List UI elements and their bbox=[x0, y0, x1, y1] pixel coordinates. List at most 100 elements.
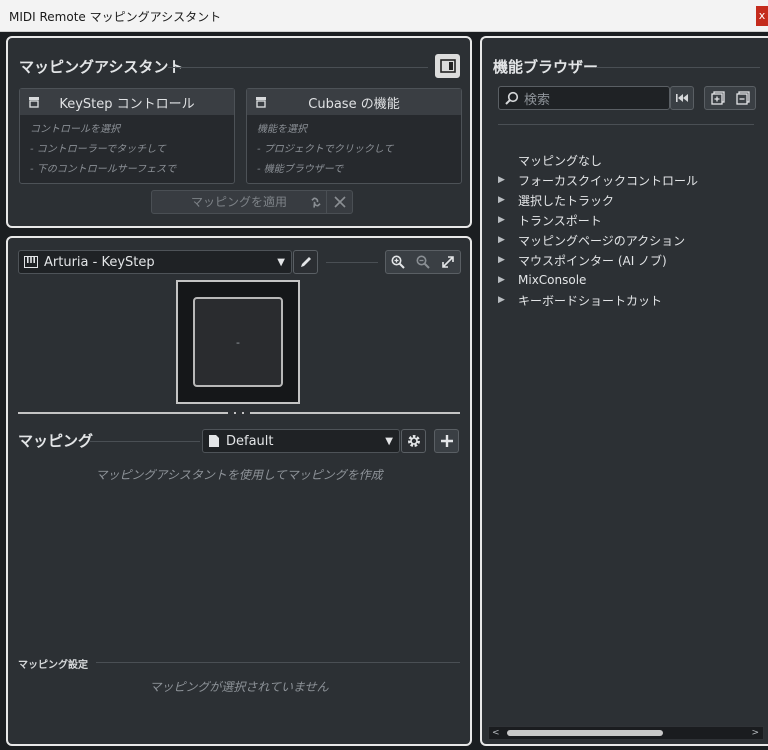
control-card[interactable]: KeyStep コントロール コントロールを選択 - コントローラーでタッチして… bbox=[19, 88, 235, 184]
tree-item-label: トランスポート bbox=[518, 213, 602, 228]
browser-title: 機能ブラウザー bbox=[493, 58, 599, 76]
mapping-settings-title: マッピング設定 bbox=[18, 660, 88, 671]
expand-triangle-icon[interactable]: ▶ bbox=[498, 215, 518, 225]
function-icon bbox=[256, 97, 266, 108]
mapping-assistant-panel: マッピングアシスタント KeyStep コントロール コントロールを選択 - コ… bbox=[6, 36, 472, 228]
document-icon bbox=[209, 435, 219, 447]
expand-triangle-icon[interactable]: ▶ bbox=[498, 255, 518, 265]
fit-view-button[interactable] bbox=[435, 251, 460, 273]
clear-mapping-button[interactable] bbox=[326, 191, 352, 213]
divider bbox=[596, 67, 760, 68]
tree-item[interactable]: ▶ マウスポインター (AI ノブ) bbox=[498, 250, 698, 270]
expand-all-icon bbox=[710, 91, 725, 105]
tree-item-label: マッピングページのアクション bbox=[518, 233, 686, 248]
horizontal-scrollbar[interactable]: < > bbox=[488, 726, 764, 740]
control-card-title: KeyStep コントロール bbox=[59, 96, 195, 112]
tree-item[interactable]: ▶ フォーカスクイックコントロール bbox=[498, 170, 698, 190]
scrollbar-thumb[interactable] bbox=[507, 730, 663, 736]
expand-triangle-icon[interactable]: ▶ bbox=[498, 295, 518, 305]
splitter-handle[interactable] bbox=[228, 412, 250, 414]
zoom-toolbar bbox=[385, 250, 461, 274]
close-button[interactable]: x bbox=[756, 6, 768, 26]
panel-layout-icon bbox=[439, 59, 456, 73]
expand-triangle-icon[interactable]: ▶ bbox=[498, 175, 518, 185]
tree-item-label: 選択したトラック bbox=[518, 193, 615, 208]
divider bbox=[96, 662, 460, 663]
gear-icon bbox=[407, 435, 420, 447]
chevron-down-icon: ▼ bbox=[385, 435, 393, 447]
search-icon bbox=[505, 91, 519, 105]
tree-item-label: マウスポインター (AI ノブ) bbox=[518, 253, 667, 268]
tree-item[interactable]: ▶ MixConsole bbox=[498, 270, 698, 290]
function-card-line: - 機能ブラウザーで bbox=[257, 164, 344, 175]
divider bbox=[498, 124, 754, 125]
function-browser-panel: 機能ブラウザー 検索 マッピングなし ▶ フォーカスクイックコントロール ▶ 選択し… bbox=[480, 36, 768, 746]
skip-back-icon bbox=[676, 94, 688, 102]
controller-icon bbox=[29, 97, 39, 108]
divider bbox=[90, 441, 200, 442]
device-select[interactable]: Arturia - KeyStep ▼ bbox=[18, 250, 292, 274]
expand-triangle-icon[interactable]: ▶ bbox=[498, 195, 518, 205]
divider bbox=[326, 262, 378, 263]
control-card-line: - 下のコントロールサーフェスで bbox=[30, 164, 177, 175]
device-view: - bbox=[176, 280, 300, 404]
mapping-page-select[interactable]: Default ▼ bbox=[202, 429, 400, 453]
function-tree: マッピングなし ▶ フォーカスクイックコントロール ▶ 選択したトラック ▶ トランス… bbox=[498, 150, 698, 310]
mapping-settings-button[interactable] bbox=[401, 429, 426, 453]
collapse-all-icon bbox=[735, 91, 750, 105]
tree-item[interactable]: マッピングなし bbox=[498, 150, 698, 170]
tree-item[interactable]: ▶ 選択したトラック bbox=[498, 190, 698, 210]
plus-icon bbox=[440, 435, 453, 447]
mapping-empty-hint: マッピングアシスタントを使用してマッピングを作成 bbox=[95, 468, 383, 482]
expand-all-button[interactable] bbox=[705, 87, 730, 109]
tree-item-label: キーボードショートカット bbox=[518, 293, 663, 308]
title-bar: MIDI Remote マッピングアシスタント x bbox=[0, 0, 768, 32]
mapping-settings-empty: マッピングが選択されていません bbox=[149, 680, 329, 694]
zoom-out-icon bbox=[416, 255, 430, 269]
tree-item[interactable]: ▶ トランスポート bbox=[498, 210, 698, 230]
tree-item-label: MixConsole bbox=[518, 273, 587, 287]
mapping-page-name: Default bbox=[226, 433, 274, 449]
chevron-down-icon: ▼ bbox=[277, 256, 285, 268]
collapse-all-button[interactable] bbox=[730, 87, 755, 109]
assistant-title: マッピングアシスタント bbox=[19, 58, 184, 76]
tree-item[interactable]: ▶ マッピングページのアクション bbox=[498, 230, 698, 250]
control-pad[interactable]: - bbox=[193, 297, 283, 387]
keyboard-icon bbox=[24, 256, 38, 268]
zoom-out-button[interactable] bbox=[411, 251, 436, 273]
scroll-left-icon[interactable]: < bbox=[492, 727, 500, 739]
tree-item[interactable]: ▶ キーボードショートカット bbox=[498, 290, 698, 310]
control-card-line: - コントローラーでタッチして bbox=[30, 144, 166, 155]
panel-toggle-button[interactable] bbox=[435, 54, 460, 78]
apply-mapping-button[interactable]: マッピングを適用 bbox=[151, 190, 353, 214]
apply-mapping-label: マッピングを適用 bbox=[190, 195, 287, 209]
browser-view-toolbar bbox=[704, 86, 756, 110]
search-field[interactable]: 検索 bbox=[498, 86, 670, 110]
close-icon bbox=[333, 196, 346, 208]
reset-search-button[interactable] bbox=[670, 86, 694, 110]
tree-item-label: マッピングなし bbox=[518, 153, 603, 168]
control-surface-panel: Arturia - KeyStep ▼ - マッピング Default ▼ マッ… bbox=[6, 236, 472, 746]
window-title: MIDI Remote マッピングアシスタント bbox=[9, 10, 222, 24]
expand-triangle-icon[interactable]: ▶ bbox=[498, 275, 518, 285]
link-icon bbox=[311, 197, 321, 208]
function-card-line: - プロジェクトでクリックして bbox=[257, 144, 394, 155]
scroll-right-icon[interactable]: > bbox=[751, 727, 759, 739]
device-name: Arturia - KeyStep bbox=[44, 254, 155, 270]
function-card-title: Cubase の機能 bbox=[308, 96, 400, 112]
pencil-icon bbox=[300, 257, 311, 267]
tree-item-label: フォーカスクイックコントロール bbox=[518, 173, 699, 188]
zoom-in-icon bbox=[391, 255, 406, 269]
mapping-title: マッピング bbox=[18, 432, 94, 450]
expand-icon bbox=[441, 256, 454, 268]
zoom-in-button[interactable] bbox=[386, 251, 411, 273]
pad-label: - bbox=[236, 335, 240, 349]
control-card-line: コントロールを選択 bbox=[30, 124, 120, 135]
function-card-line: 機能を選択 bbox=[257, 124, 307, 135]
search-placeholder: 検索 bbox=[524, 92, 551, 108]
add-mapping-page-button[interactable] bbox=[434, 429, 459, 453]
divider bbox=[168, 67, 428, 68]
expand-triangle-icon[interactable]: ▶ bbox=[498, 235, 518, 245]
function-card[interactable]: Cubase の機能 機能を選択 - プロジェクトでクリックして - 機能ブラウ… bbox=[246, 88, 462, 184]
edit-device-button[interactable] bbox=[293, 250, 318, 274]
